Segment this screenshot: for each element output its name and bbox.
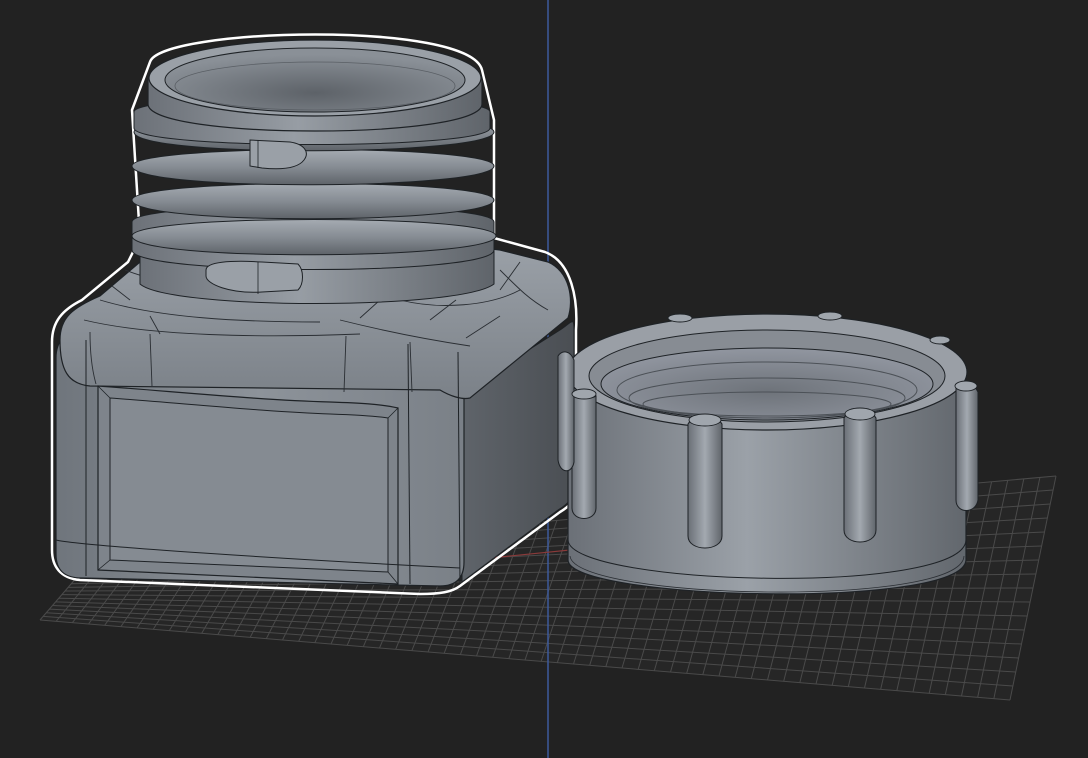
3d-viewport[interactable] xyxy=(0,0,1088,758)
thread-start-tip xyxy=(205,260,303,293)
screw-cap[interactable] xyxy=(557,311,979,595)
cap-rib xyxy=(843,410,877,543)
thread-end-tip xyxy=(249,139,307,170)
cap-rib xyxy=(955,382,979,511)
viewport-canvas[interactable] xyxy=(0,0,1088,758)
cap-rib xyxy=(571,390,597,519)
label-panel-inner xyxy=(109,397,389,573)
cap-rib xyxy=(687,416,723,549)
neck-opening xyxy=(164,47,466,113)
cap-rib xyxy=(557,351,575,472)
threaded-bottle[interactable] xyxy=(50,33,578,596)
